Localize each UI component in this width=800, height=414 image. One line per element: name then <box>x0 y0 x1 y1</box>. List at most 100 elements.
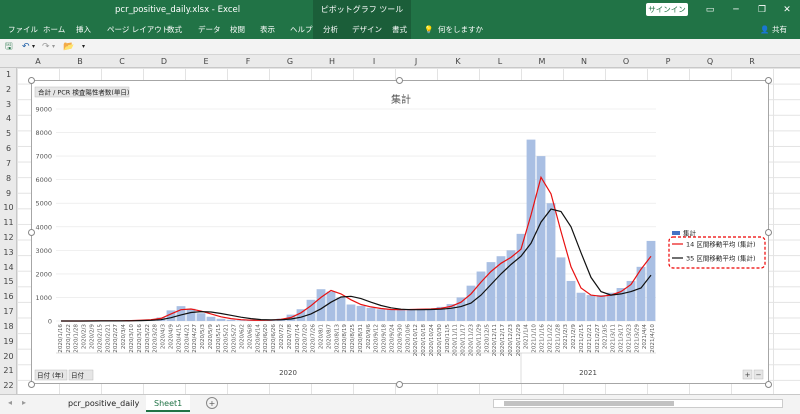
x-tick-label: 2020/4/9 <box>168 324 174 350</box>
sheet-tab-sheet1[interactable]: Sheet1 <box>146 395 191 412</box>
column-header-Q[interactable]: Q <box>689 55 731 68</box>
restore-icon[interactable]: ❐ <box>749 0 775 20</box>
column-header-O[interactable]: O <box>605 55 647 68</box>
filter-year-label: 日付 (年) <box>37 371 64 380</box>
tell-me-search[interactable]: 何をしますか <box>438 20 483 39</box>
redo-icon[interactable]: ↷ <box>42 40 50 54</box>
redo-dropdown-icon[interactable]: ▾ <box>52 40 55 54</box>
row-header-15[interactable]: 15 <box>0 277 17 286</box>
row-header-21[interactable]: 21 <box>0 366 17 375</box>
signin-button[interactable]: サインイン <box>646 3 688 16</box>
legend[interactable]: 集計 14 区間移動平均 (集計) 35 区間移動平均 (集計) <box>668 229 766 269</box>
share-button[interactable]: 共有 <box>772 20 787 39</box>
pivot-chart[interactable]: 合計 / PCR 検査陽性者数(単日) 集計 0 1000 2000 3000 4000… <box>31 80 769 384</box>
resize-handle-bl[interactable] <box>28 381 35 388</box>
tab-formulas[interactable]: 数式 <box>167 20 182 39</box>
resize-handle-b[interactable] <box>396 381 403 388</box>
add-sheet-icon[interactable]: + <box>206 397 218 409</box>
bar <box>346 304 356 321</box>
column-header-B[interactable]: B <box>59 55 101 68</box>
save-icon[interactable]: 🖫 <box>5 40 13 54</box>
sheet-tab-data[interactable]: pcr_positive_daily <box>60 395 147 412</box>
tab-help[interactable]: ヘルプ <box>290 20 313 39</box>
x-tick-label: 2021/4/10 <box>650 324 656 353</box>
ribbon-display-icon[interactable]: ▭ <box>697 0 723 20</box>
close-icon[interactable]: ✕ <box>774 0 800 20</box>
y-tick-label: 1000 <box>35 294 52 302</box>
x-tick-label: 2020/3/4 <box>121 324 127 350</box>
row-header-3[interactable]: 3 <box>0 100 17 109</box>
horizontal-scrollbar[interactable] <box>493 399 783 408</box>
resize-handle-tr[interactable] <box>765 77 772 84</box>
row-header-5[interactable]: 5 <box>0 129 17 138</box>
resize-handle-tl[interactable] <box>28 77 35 84</box>
row-header-2[interactable]: 2 <box>0 85 17 94</box>
tab-design[interactable]: デザイン <box>352 20 382 39</box>
row-header-4[interactable]: 4 <box>0 114 17 123</box>
row-header-9[interactable]: 9 <box>0 189 17 198</box>
column-header-G[interactable]: G <box>269 55 311 68</box>
row-header-22[interactable]: 22 <box>0 381 17 390</box>
bar <box>556 257 566 321</box>
tab-data[interactable]: データ <box>198 20 221 39</box>
column-header-H[interactable]: H <box>311 55 353 68</box>
column-header-D[interactable]: D <box>143 55 185 68</box>
tab-page-layout[interactable]: ページ レイアウト <box>107 20 169 39</box>
x-tick-label: 2020/8/13 <box>334 324 340 353</box>
open-folder-icon[interactable]: 📂 <box>63 40 74 54</box>
column-header-F[interactable]: F <box>227 55 269 68</box>
row-header-7[interactable]: 7 <box>0 159 17 168</box>
x-tick-label: 2020/1/22 <box>66 324 72 353</box>
tab-file[interactable]: ファイル <box>8 20 38 39</box>
column-header-P[interactable]: P <box>647 55 689 68</box>
row-header-19[interactable]: 19 <box>0 337 17 346</box>
resize-handle-r[interactable] <box>765 229 772 236</box>
scrollbar-thumb[interactable] <box>504 401 674 406</box>
next-sheet-icon[interactable]: ▸ <box>22 398 26 407</box>
year-label-2020: 2020 <box>279 369 297 377</box>
column-header-M[interactable]: M <box>521 55 563 68</box>
tab-view[interactable]: 表示 <box>260 20 275 39</box>
value-field-label: 合計 / PCR 検査陽性者数(単日) <box>38 88 129 97</box>
row-header-6[interactable]: 6 <box>0 144 17 153</box>
resize-handle-t[interactable] <box>396 77 403 84</box>
bar <box>386 309 396 321</box>
x-tick-label: 2020/2/27 <box>113 324 119 353</box>
column-header-L[interactable]: L <box>479 55 521 68</box>
row-header-14[interactable]: 14 <box>0 263 17 272</box>
y-axis-ticks: 0 1000 2000 3000 4000 5000 6000 7000 8000 9000 <box>35 106 52 326</box>
column-header-I[interactable]: I <box>353 55 395 68</box>
x-tick-label: 2021/1/28 <box>555 324 561 353</box>
tab-home[interactable]: ホーム <box>43 20 65 39</box>
undo-icon[interactable]: ↶ <box>22 40 30 54</box>
row-header-20[interactable]: 20 <box>0 352 17 361</box>
tab-format[interactable]: 書式 <box>392 20 407 39</box>
row-header-10[interactable]: 10 <box>0 203 17 212</box>
prev-sheet-icon[interactable]: ◂ <box>8 398 12 407</box>
column-header-A[interactable]: A <box>17 55 59 68</box>
column-header-N[interactable]: N <box>563 55 605 68</box>
column-header-R[interactable]: R <box>731 55 773 68</box>
row-header-1[interactable]: 1 <box>0 70 17 79</box>
x-tick-label: 2020/9/30 <box>397 324 403 353</box>
row-header-17[interactable]: 17 <box>0 307 17 316</box>
row-header-16[interactable]: 16 <box>0 292 17 301</box>
column-header-E[interactable]: E <box>185 55 227 68</box>
column-header-C[interactable]: C <box>101 55 143 68</box>
row-header-11[interactable]: 11 <box>0 218 17 227</box>
row-header-8[interactable]: 8 <box>0 174 17 183</box>
row-header-18[interactable]: 18 <box>0 322 17 331</box>
resize-handle-br[interactable] <box>765 381 772 388</box>
tab-insert[interactable]: 挿入 <box>76 20 91 39</box>
customize-qat-icon[interactable]: ▾ <box>82 40 85 54</box>
row-header-13[interactable]: 13 <box>0 248 17 257</box>
undo-dropdown-icon[interactable]: ▾ <box>32 40 35 54</box>
tab-analyze[interactable]: 分析 <box>323 20 338 39</box>
row-header-12[interactable]: 12 <box>0 233 17 242</box>
tab-review[interactable]: 校閲 <box>230 20 245 39</box>
column-header-K[interactable]: K <box>437 55 479 68</box>
minimize-icon[interactable]: ─ <box>723 0 749 20</box>
resize-handle-l[interactable] <box>28 229 35 236</box>
x-tick-label: 2020/1/16 <box>58 324 64 353</box>
column-header-J[interactable]: J <box>395 55 437 68</box>
